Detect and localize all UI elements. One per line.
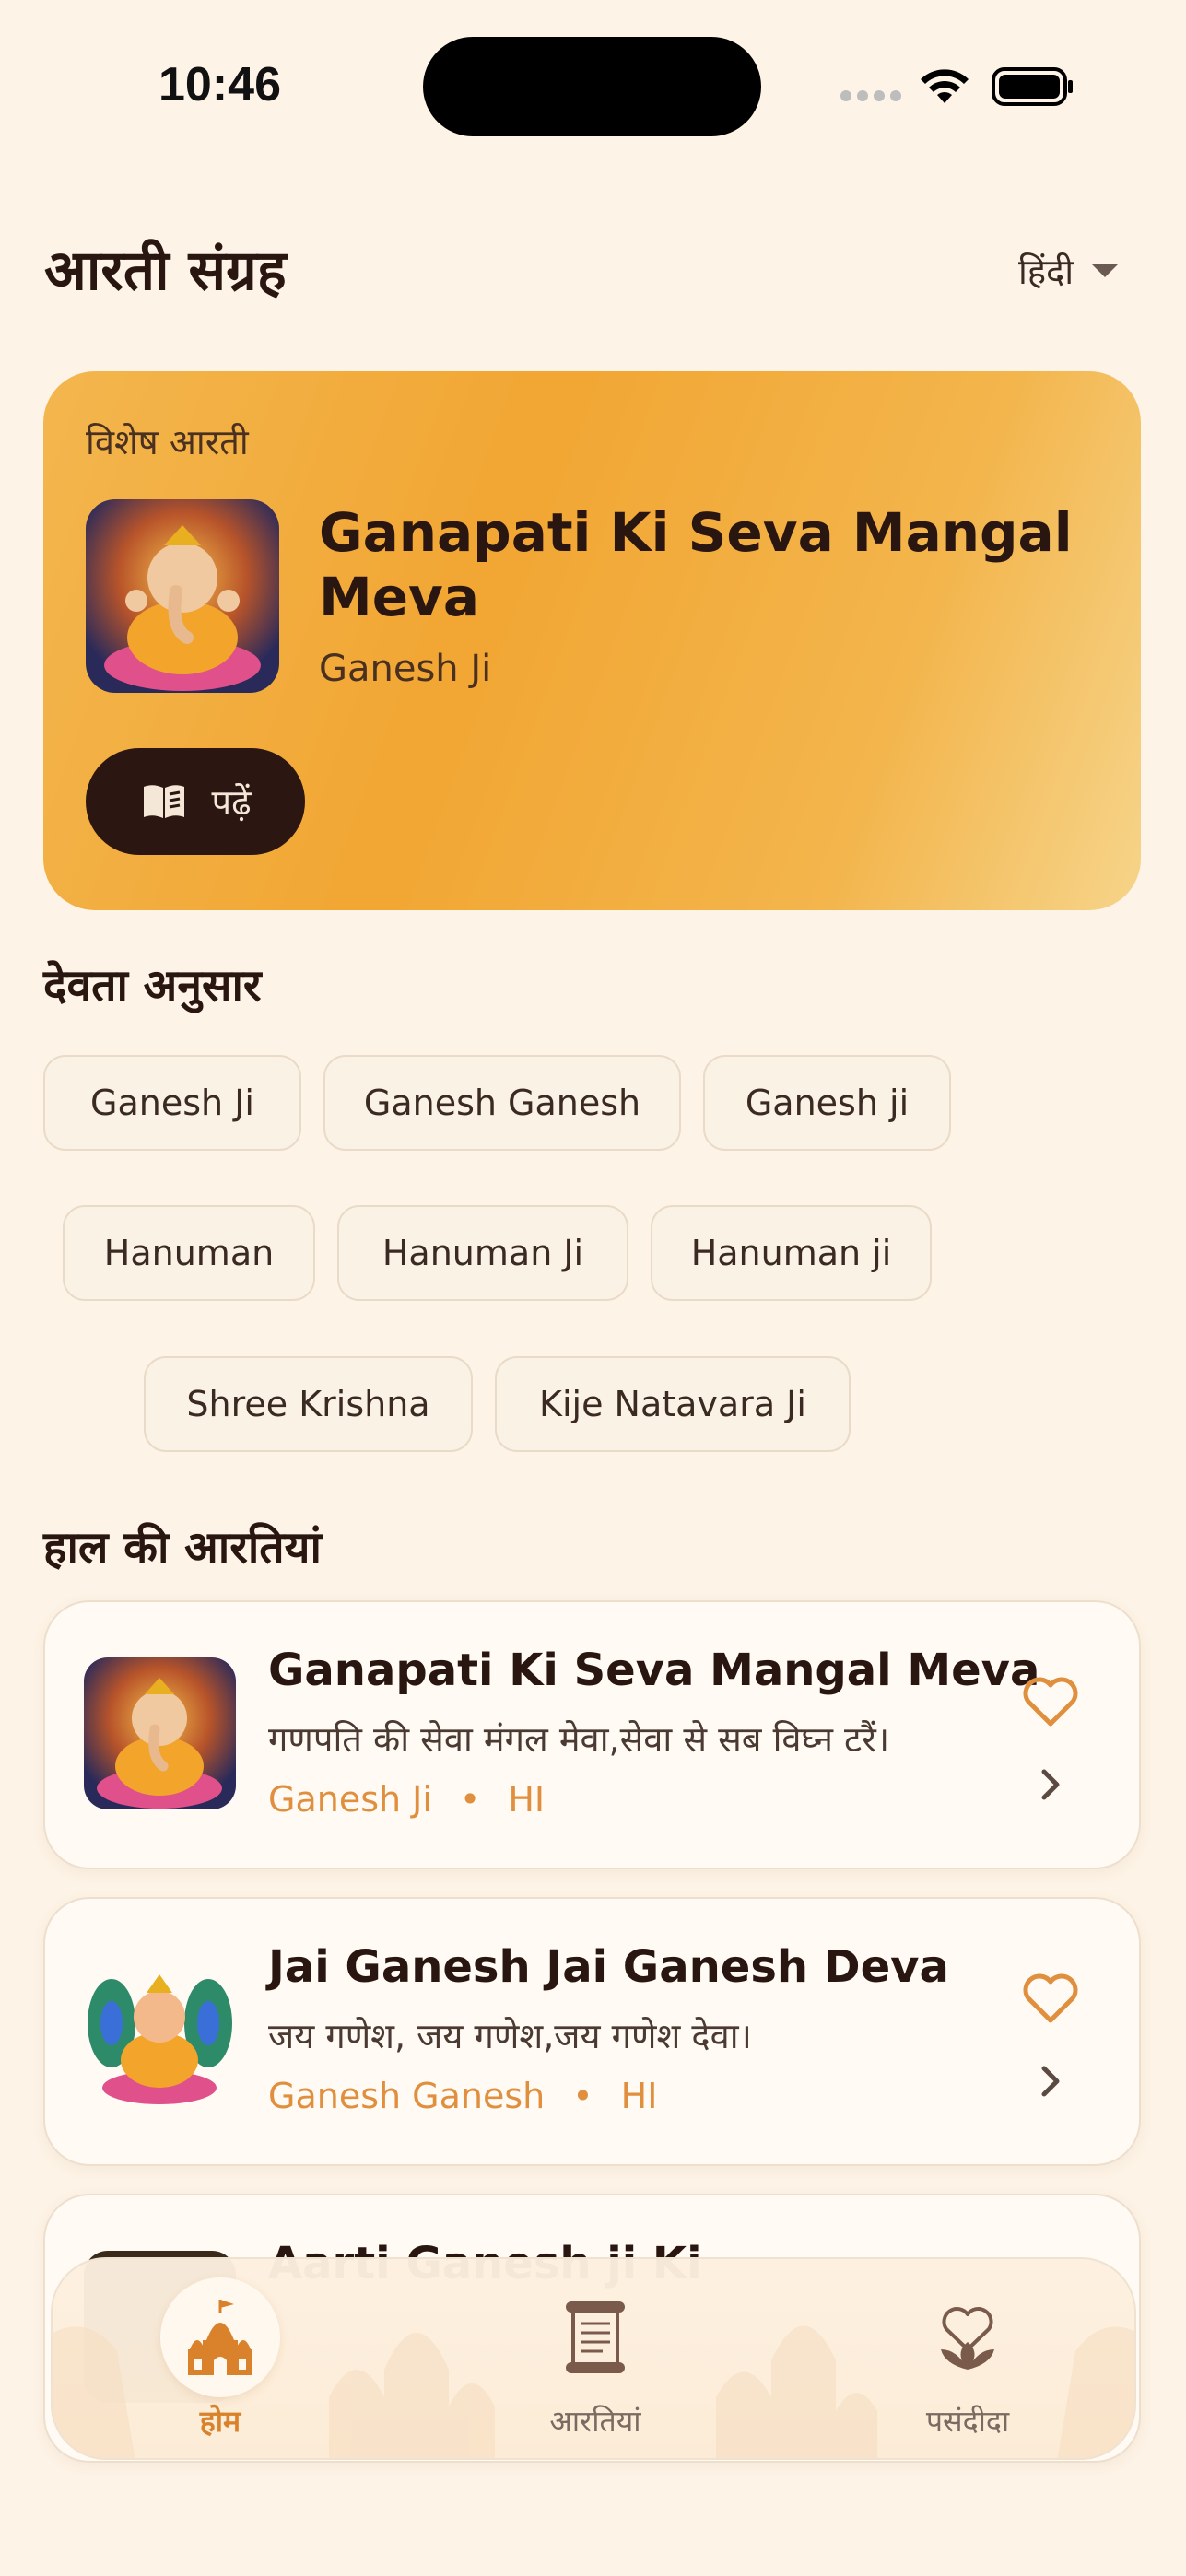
- language-dropdown[interactable]: हिंदी: [1018, 247, 1119, 295]
- featured-aarti-card[interactable]: विशेष आरती Ganapati Ki Seva Mangal Meva …: [43, 371, 1141, 910]
- deity-chip[interactable]: Hanuman ji: [651, 1205, 932, 1301]
- meta-separator: •: [459, 1779, 481, 1820]
- chevron-right-icon[interactable]: [1037, 1766, 1064, 1803]
- nav-favorites-label: पसंदीदा: [925, 2404, 1010, 2439]
- nav-favorites[interactable]: पसंदीदा: [908, 2277, 1027, 2441]
- aarti-first-line: गणपति की सेवा मंगल मेवा,सेवा से सब विघ्न…: [268, 1719, 890, 1760]
- battery-icon: [992, 67, 1073, 106]
- deity-chip[interactable]: Hanuman: [63, 1205, 315, 1301]
- status-time: 10:46: [159, 58, 281, 111]
- heart-icon[interactable]: [1022, 1973, 1079, 2024]
- wifi-icon: [921, 69, 969, 103]
- deity-chip[interactable]: Kije Natavara Ji: [495, 1356, 851, 1452]
- scroll-icon: [566, 2301, 625, 2373]
- meta-separator: •: [572, 2076, 593, 2116]
- caret-down-icon: [1092, 264, 1119, 277]
- cellular-signal-icon: [840, 90, 901, 103]
- nav-aartis-icon-wrap: [535, 2277, 655, 2397]
- aarti-title: Ganapati Ki Seva Mangal Meva: [268, 1645, 1040, 1696]
- read-label: पढ़ें: [211, 782, 252, 823]
- temple-icon: [188, 2300, 252, 2375]
- aarti-language: HI: [508, 1779, 546, 1820]
- aarti-deity: Ganesh Ji: [268, 1779, 432, 1820]
- nav-favorites-icon-wrap: [908, 2277, 1027, 2397]
- aarti-card[interactable]: Ganapati Ki Seva Mangal Meva गणपति की से…: [43, 1600, 1141, 1869]
- deity-chip[interactable]: Shree Krishna: [144, 1356, 473, 1452]
- nav-aartis[interactable]: आरतियां: [535, 2277, 655, 2441]
- nav-home-label: होम: [199, 2404, 241, 2439]
- deity-chip[interactable]: Hanuman Ji: [337, 1205, 628, 1301]
- deity-chip[interactable]: Ganesh ji: [703, 1055, 951, 1151]
- aarti-deity: Ganesh Ganesh: [268, 2076, 546, 2116]
- aarti-meta: Ganesh Ganesh • HI: [268, 2076, 657, 2116]
- bottom-navigation: होम आरतियां पसंदीदा: [51, 2257, 1136, 2460]
- page-title: आरती संग्रह: [44, 239, 287, 303]
- featured-title: Ganapati Ki Seva Mangal Meva: [319, 501, 1073, 628]
- ganesh-image: [84, 1657, 236, 1809]
- nav-home[interactable]: होम: [160, 2277, 280, 2441]
- heart-icon[interactable]: [1022, 1676, 1079, 1727]
- chevron-right-icon[interactable]: [1037, 2063, 1064, 2100]
- featured-label: विशेष आरती: [86, 422, 249, 463]
- ganesh-image: [84, 1954, 236, 2106]
- aarti-first-line: जय गणेश, जय गणेश,जय गणेश देवा।: [268, 2016, 752, 2056]
- deities-section-title: देवता अनुसार: [43, 960, 262, 1012]
- aarti-card[interactable]: Jai Ganesh Jai Ganesh Deva जय गणेश, जय ग…: [43, 1897, 1141, 2166]
- nav-aartis-label: आरतियां: [549, 2404, 641, 2439]
- heart-lotus-icon: [941, 2307, 994, 2370]
- aarti-language: HI: [620, 2076, 658, 2116]
- nav-home-icon-wrap: [160, 2277, 280, 2397]
- read-button[interactable]: पढ़ें: [86, 748, 305, 855]
- deity-chip[interactable]: Ganesh Ganesh: [323, 1055, 681, 1151]
- deity-chip[interactable]: Ganesh Ji: [43, 1055, 301, 1151]
- aarti-meta: Ganesh Ji • HI: [268, 1779, 545, 1820]
- book-icon: [143, 785, 184, 818]
- dynamic-island: [423, 37, 761, 136]
- featured-deity: Ganesh Ji: [319, 648, 492, 690]
- ganesh-image: [86, 499, 279, 693]
- aarti-title: Jai Ganesh Jai Ganesh Deva: [268, 1941, 949, 1993]
- language-label: हिंदी: [1018, 252, 1074, 292]
- recent-section-title: हाल की आरतियां: [43, 1522, 322, 1574]
